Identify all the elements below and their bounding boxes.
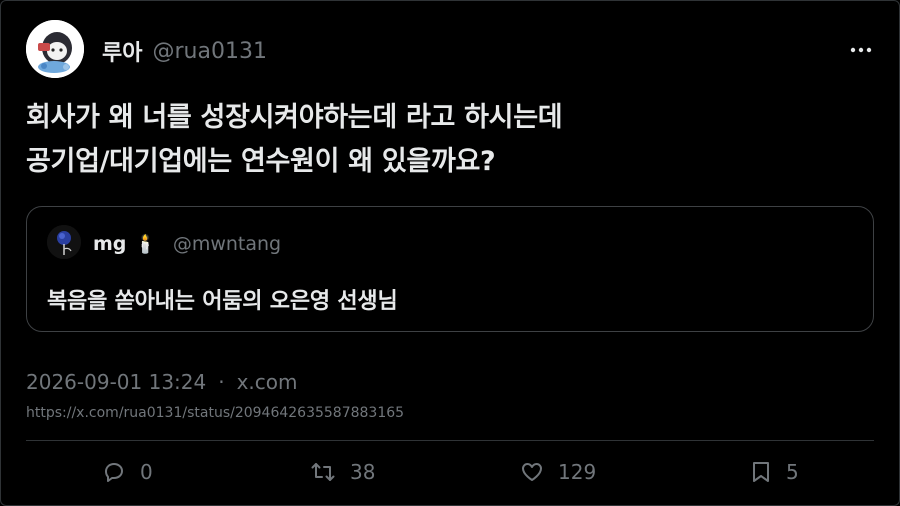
author-info: 루아 @rua0131: [102, 35, 267, 67]
retweet-icon: [310, 460, 336, 484]
retweet-count: 38: [350, 460, 376, 484]
reply-icon: [102, 460, 126, 484]
tweet-text: 회사가 왜 너를 성장시켜야하는데 라고 하시는데 공기업/대기업에는 연수원이…: [26, 102, 563, 177]
like-count: 129: [558, 460, 597, 484]
retweet-button[interactable]: 38: [310, 455, 375, 489]
reply-button[interactable]: 0: [102, 455, 153, 489]
timestamp[interactable]: 2026-09-01 13:24: [26, 370, 206, 394]
bookmark-count: 5: [786, 460, 799, 484]
quote-author-handle: @mwntang: [172, 233, 282, 255]
quoted-tweet[interactable]: mg 🕯️ @mwntang 복음을 쏟아내는 어둠의 오은영 선생님: [26, 206, 874, 332]
action-bar: 0 38 129 5: [0, 455, 900, 489]
author-name[interactable]: 루아: [102, 35, 142, 67]
author-avatar[interactable]: [26, 20, 84, 78]
candle-emoji: 🕯️: [134, 233, 157, 255]
like-icon: [520, 460, 544, 484]
source[interactable]: x.com: [237, 370, 298, 394]
bookmark-button[interactable]: 5: [750, 455, 799, 489]
quote-avatar[interactable]: [47, 225, 81, 259]
quote-text: 복음을 쏟아내는 어둠의 오은영 선생님: [47, 289, 398, 314]
tweet-meta: 2026-09-01 13:24 · x.com: [26, 370, 298, 394]
like-button[interactable]: 129: [520, 455, 596, 489]
quote-author-info: mg 🕯️ @mwntang: [93, 229, 281, 259]
divider: [26, 440, 874, 441]
meta-separator: ·: [218, 370, 225, 394]
more-icon[interactable]: [848, 40, 874, 60]
author-handle[interactable]: @rua0131: [152, 39, 266, 64]
tweet-url[interactable]: https://x.com/rua0131/status/20946426355…: [26, 405, 404, 421]
bookmark-icon: [750, 460, 772, 484]
reply-count: 0: [140, 460, 153, 484]
quote-author-name: mg: [93, 233, 127, 255]
